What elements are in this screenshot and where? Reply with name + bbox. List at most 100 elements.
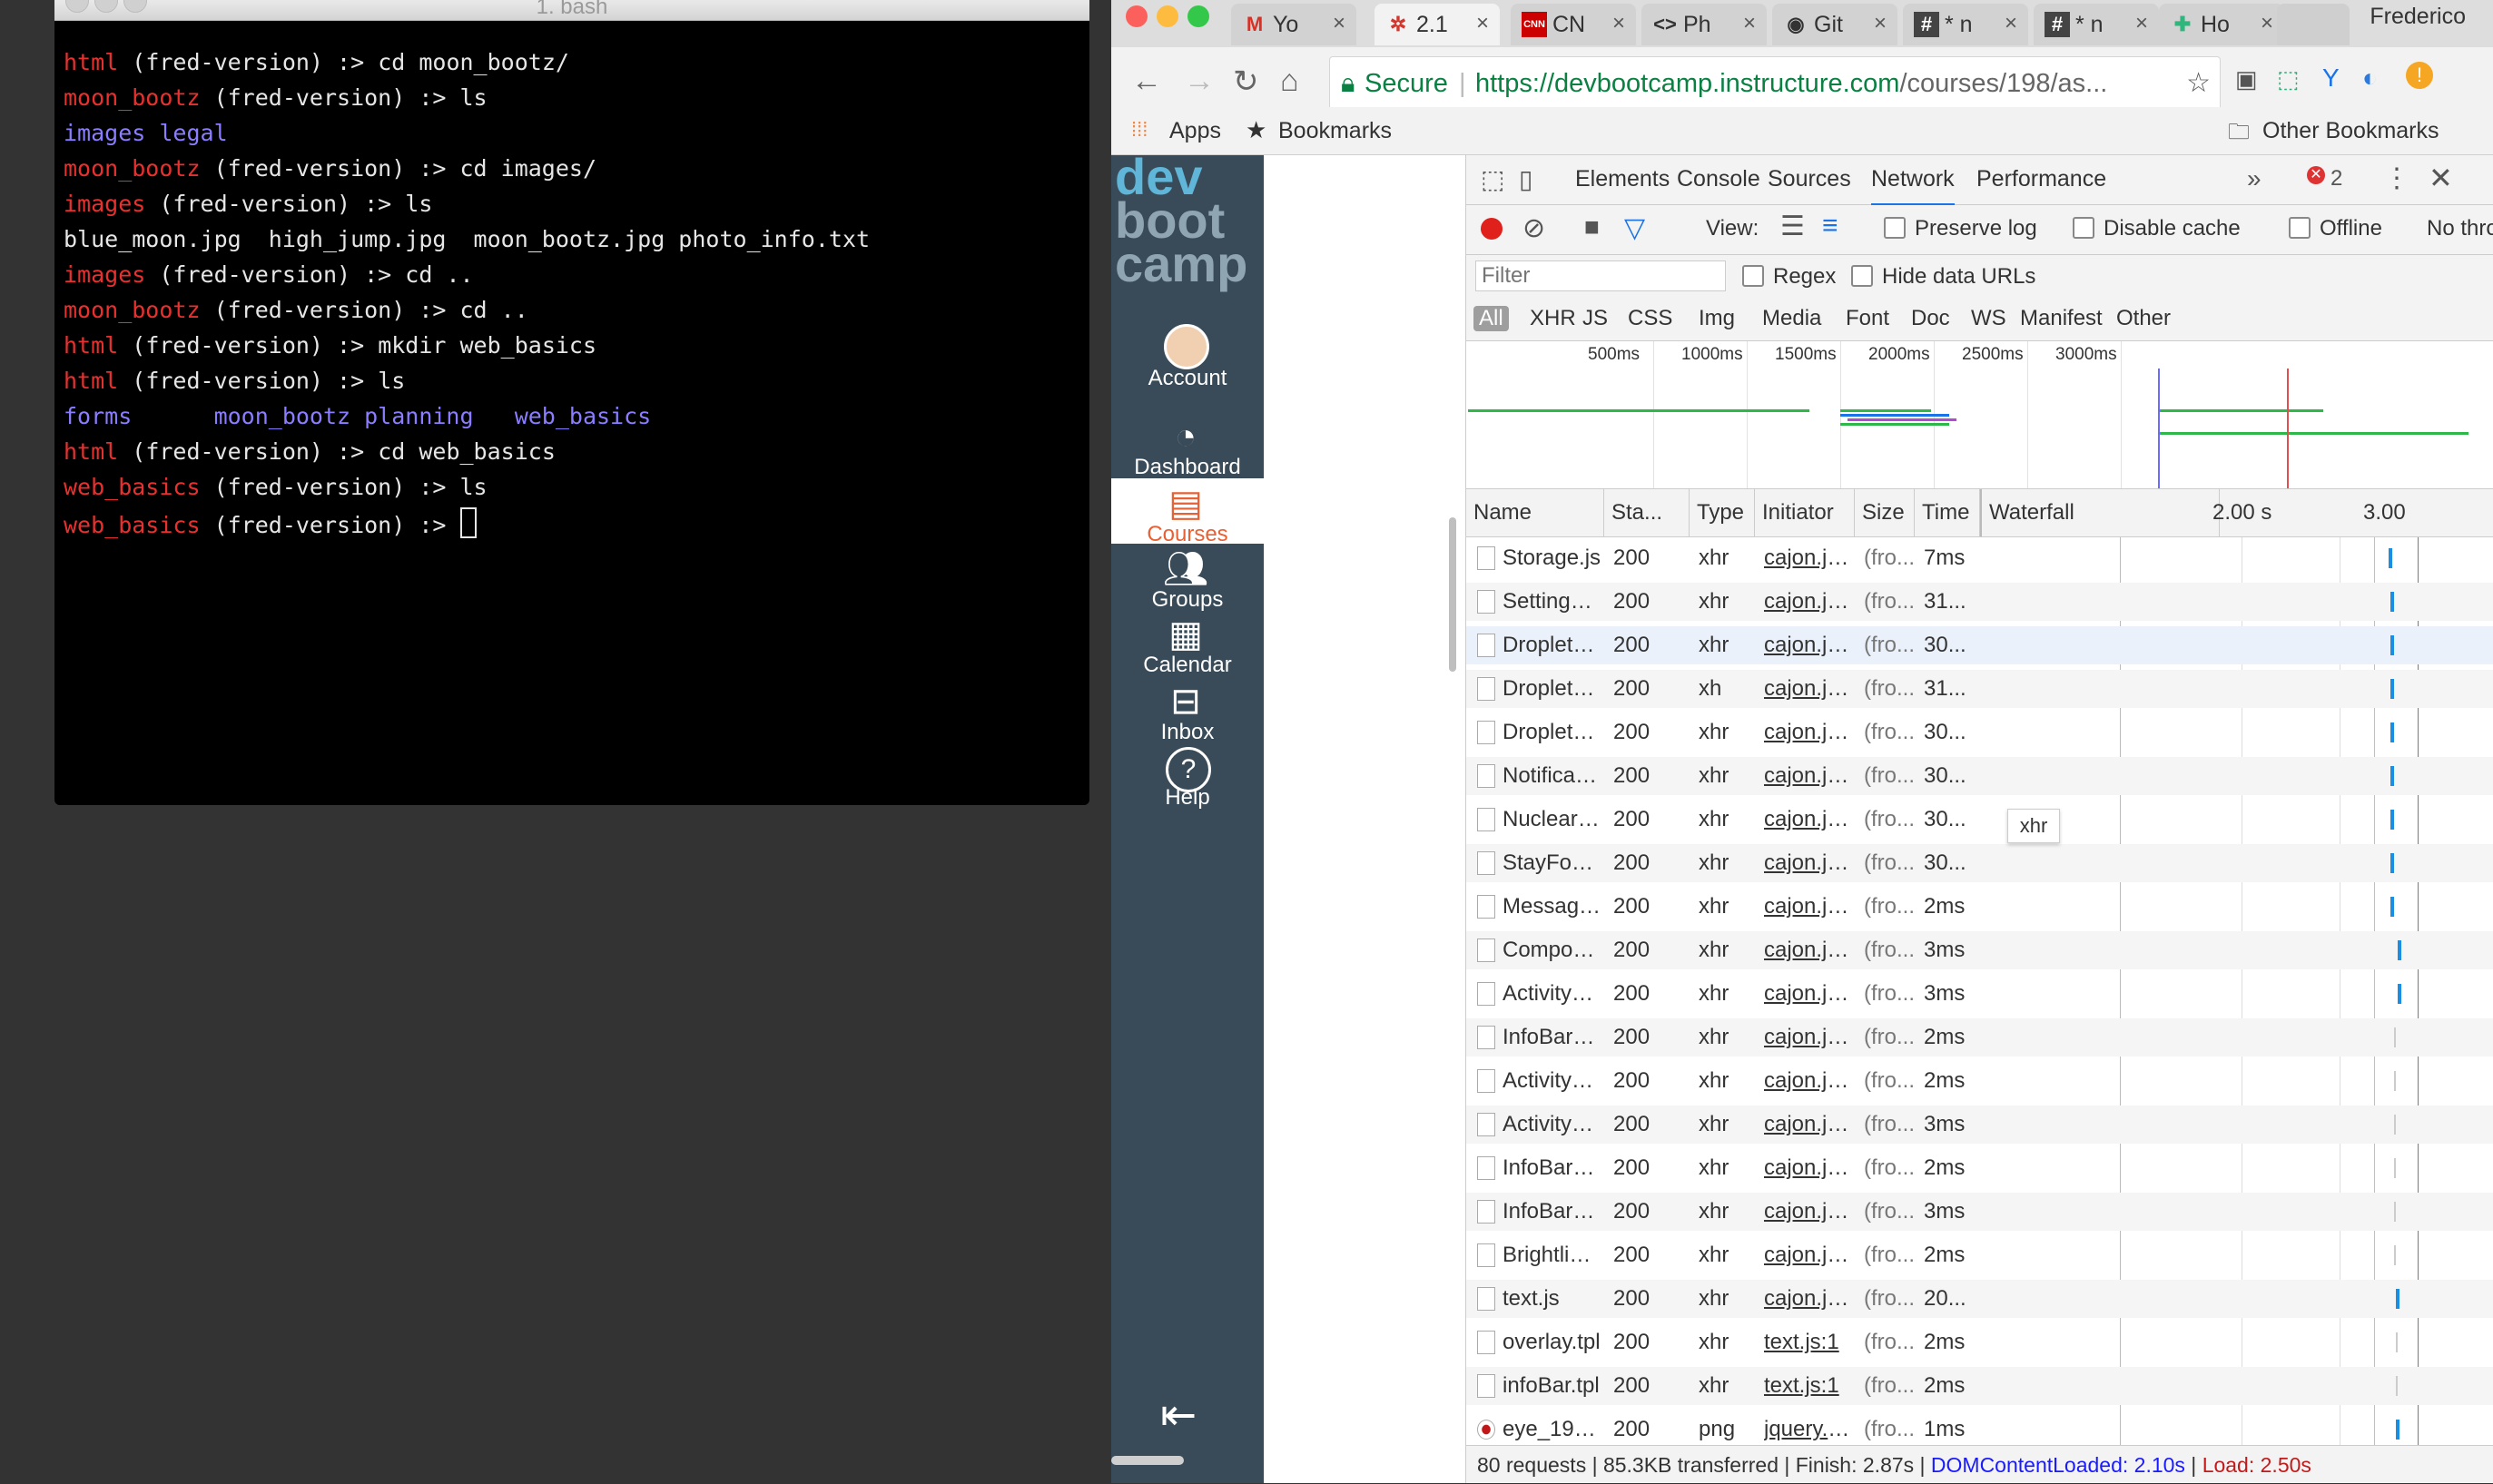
browser-tab[interactable]: <> Ph × — [1641, 4, 1767, 45]
tab-console[interactable]: Console — [1677, 166, 1760, 192]
table-row[interactable]: Settings.js 200 xhr cajon.js:1 (fro... 31... — [1466, 583, 2493, 621]
table-row[interactable]: Notification.js 200 xhr cajon.js:1 (fro... 30… — [1466, 757, 2493, 795]
bookmarks-folder[interactable]: Bookmarks — [1278, 118, 1392, 144]
request-name[interactable]: InfoBarModel.js — [1503, 1149, 1602, 1187]
large-rows-icon[interactable]: ☰ — [1780, 211, 1805, 242]
filter-type-manifest[interactable]: Manifest — [2020, 306, 2103, 331]
request-name[interactable]: Storage.js — [1503, 539, 1602, 577]
request-name[interactable]: DropletJS.Class.... — [1503, 626, 1602, 664]
throttling-select[interactable]: No thro — [2427, 216, 2493, 241]
close-tab-icon[interactable]: × — [1874, 11, 1887, 36]
request-initiator[interactable]: cajon.js:1 — [1764, 975, 1855, 1013]
regex-checkbox[interactable]: Regex — [1742, 264, 1836, 290]
request-initiator[interactable]: cajon.js:1 — [1764, 844, 1855, 882]
disable-cache-checkbox[interactable]: Disable cache — [2073, 216, 2241, 241]
column-header-5[interactable]: Time — [1915, 489, 1980, 536]
table-row[interactable]: Storage.js 200 xhr cajon.js:1 (fro... 7ms — [1466, 539, 2493, 577]
browser-tab[interactable]: ◉ Git × — [1772, 4, 1897, 45]
horizontal-scrollbar[interactable] — [1111, 1456, 1184, 1465]
request-initiator[interactable]: cajon.js:1 — [1764, 670, 1855, 708]
capture-screenshots-icon[interactable]: ■ — [1584, 212, 1600, 241]
request-initiator[interactable]: cajon.js:1 — [1764, 801, 1855, 839]
request-initiator[interactable]: cajon.js:1 — [1764, 539, 1855, 577]
close-tab-icon[interactable]: × — [1333, 11, 1345, 36]
tab-sources[interactable]: Sources — [1768, 166, 1851, 192]
request-initiator[interactable]: text.js:1 — [1764, 1323, 1855, 1361]
forward-icon[interactable]: → — [1184, 64, 1215, 99]
table-row[interactable]: eye_19x19_red.p... 200 png jquery.m... (fro.… — [1466, 1410, 2493, 1445]
devbootcamp-logo[interactable]: dev boot camp — [1115, 152, 1247, 290]
table-row[interactable]: InfoBarController.js 200 xhr cajon.js:1 (fro… — [1466, 1018, 2493, 1056]
request-name[interactable]: text.js — [1503, 1280, 1602, 1318]
request-name[interactable]: ActivityMonitorC... — [1503, 975, 1602, 1013]
request-name[interactable]: NuclearOption.js — [1503, 801, 1602, 839]
profile-name[interactable]: Frederico — [2370, 4, 2466, 30]
filter-type-css[interactable]: CSS — [1628, 306, 1672, 331]
collapse-nav-icon[interactable]: ⇤ — [1160, 1390, 1197, 1440]
request-initiator[interactable]: cajon.js:1 — [1764, 757, 1855, 795]
table-row[interactable]: Component.js 200 xhr cajon.js:1 (fro... 3ms — [1466, 931, 2493, 969]
request-name[interactable]: eye_19x19_red.p... — [1503, 1410, 1602, 1445]
column-header-3[interactable]: Initiator — [1755, 489, 1855, 536]
filter-type-other[interactable]: Other — [2116, 306, 2171, 331]
filter-input[interactable] — [1475, 260, 1726, 291]
preserve-log-checkbox[interactable]: Preserve log — [1884, 216, 2037, 241]
close-tab-icon[interactable]: × — [1612, 11, 1625, 36]
filter-type-all[interactable]: All — [1473, 306, 1509, 331]
nav-calendar[interactable]: ▦ Calendar — [1111, 609, 1264, 677]
extension-on-icon[interactable]: ⬚ — [2277, 65, 2300, 93]
moon-extension-icon[interactable]: ◐ — [2362, 64, 2378, 93]
apps-bookmark[interactable]: Apps — [1169, 118, 1221, 144]
nav-groups[interactable]: 👥︎ Groups — [1111, 544, 1264, 612]
request-name[interactable]: Message.js — [1503, 888, 1602, 926]
table-row[interactable]: ActivityMonitorO... 200 xhr cajon.js:1 (fro.… — [1466, 1106, 2493, 1144]
nav-courses[interactable]: ▤ Courses — [1111, 478, 1264, 546]
terminal-window[interactable]: 1. bash html (fred-version) :> cd moon_b… — [54, 0, 1089, 805]
table-row[interactable]: Message.js 200 xhr cajon.js:1 (fro... 2ms — [1466, 888, 2493, 926]
close-tab-icon[interactable]: × — [1476, 11, 1489, 36]
close-tab-icon[interactable]: × — [2135, 11, 2148, 36]
browser-tab[interactable]: ✲ 2.1 × — [1375, 4, 1500, 45]
terminal-titlebar[interactable]: 1. bash — [54, 0, 1089, 21]
inspect-element-icon[interactable]: ⬚ — [1481, 164, 1504, 194]
filter-type-ws[interactable]: WS — [1971, 306, 2006, 331]
close-tab-icon[interactable]: × — [2261, 11, 2273, 36]
request-name[interactable]: InfoBarView.js — [1503, 1193, 1602, 1231]
browser-tab[interactable]: # * n × — [2034, 4, 2159, 45]
request-initiator[interactable]: cajon.js:1 — [1764, 1193, 1855, 1231]
zoom-window-button[interactable] — [1187, 5, 1209, 27]
table-row[interactable]: InfoBarView.js 200 xhr cajon.js:1 (fro... 3ms — [1466, 1193, 2493, 1231]
request-name[interactable]: ActivityMonitorO... — [1503, 1106, 1602, 1144]
table-row[interactable]: text.js 200 xhr cajon.js:1 (fro... 20... — [1466, 1280, 2493, 1318]
table-row[interactable]: infoBar.tpl 200 xhr text.js:1 (fro... 2ms — [1466, 1367, 2493, 1405]
close-tab-icon[interactable]: × — [2005, 11, 2017, 36]
terminal-output[interactable]: html (fred-version) :> cd moon_bootz/moo… — [64, 47, 1080, 543]
column-header-6[interactable]: Waterfall — [1980, 489, 2220, 536]
request-initiator[interactable]: cajon.js:1 — [1764, 626, 1855, 664]
browser-tab[interactable]: M Yo × — [1231, 4, 1356, 45]
table-row[interactable]: ActivityMonitorC... 200 xhr cajon.js:1 (fro.… — [1466, 975, 2493, 1013]
request-name[interactable]: StayFocusd.js — [1503, 844, 1602, 882]
request-initiator[interactable]: cajon.js:1 — [1764, 1280, 1855, 1318]
nav-dashboard[interactable]: ◔ Dashboard — [1111, 411, 1264, 479]
other-bookmarks[interactable]: Other Bookmarks — [2262, 118, 2439, 144]
request-name[interactable]: DropletJS.Seque... — [1503, 713, 1602, 752]
requests-table[interactable]: Storage.js 200 xhr cajon.js:1 (fro... 7ms Sett… — [1466, 537, 2493, 1445]
tab-performance[interactable]: Performance — [1976, 166, 2106, 192]
column-header-8[interactable]: 3.00 — [2356, 489, 2406, 536]
table-row[interactable]: Brightline.min.js 200 xhr cajon.js:1 (fro...… — [1466, 1236, 2493, 1274]
column-header-7[interactable]: 2.00 s — [2205, 489, 2271, 536]
request-name[interactable]: Component.js — [1503, 931, 1602, 969]
filter-type-doc[interactable]: Doc — [1911, 306, 1950, 331]
nav-inbox[interactable]: ⊟ Inbox — [1111, 676, 1264, 744]
request-initiator[interactable]: cajon.js:1 — [1764, 1236, 1855, 1274]
filter-type-xhr[interactable]: XHR — [1530, 306, 1576, 331]
overview-icon[interactable]: ≡ — [1822, 211, 1838, 241]
apps-grid-icon[interactable]: ⁞⁞⁞ — [1131, 118, 1148, 142]
request-name[interactable]: overlay.tpl — [1503, 1323, 1602, 1361]
filter-type-js[interactable]: JS — [1582, 306, 1608, 331]
device-toolbar-icon[interactable]: ▯ — [1519, 164, 1532, 194]
error-count[interactable]: 2 — [2330, 166, 2342, 192]
vimium-icon[interactable]: Y — [2322, 64, 2340, 93]
filter-type-img[interactable]: Img — [1699, 306, 1735, 331]
